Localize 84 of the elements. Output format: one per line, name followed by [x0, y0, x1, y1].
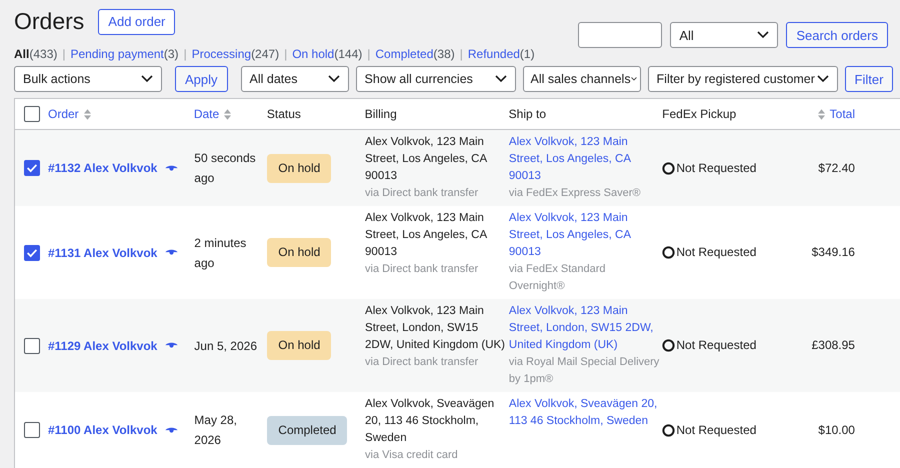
billing-address: Alex Volkvok, 123 Main Street, Los Angeles, CA 90013 — [365, 135, 488, 184]
shipping-method: via FedEx Express Saver® — [508, 186, 641, 201]
circle-icon — [662, 424, 676, 436]
status-badge: On hold — [267, 154, 332, 182]
row-checkbox[interactable] — [24, 160, 40, 176]
order-date: Jun 5, 2026 — [194, 338, 257, 354]
separator: | — [62, 47, 66, 61]
billing-address: Alex Volkvok, 123 Main Street, London, SW15 2DW, United Kingdom (UK) — [365, 304, 506, 353]
status-filter-link[interactable]: Refunded(1) — [468, 47, 535, 61]
status-filter-link[interactable]: Pending payment(3) — [70, 47, 179, 61]
column-header[interactable]: Total — [830, 107, 855, 121]
status-filter-link[interactable]: Completed(38) — [375, 47, 455, 61]
order-link[interactable]: #1132 Alex Volkvok — [48, 161, 158, 175]
order-link[interactable]: #1129 Alex Volkvok — [48, 338, 158, 352]
circle-icon — [662, 339, 676, 352]
separator: | — [284, 47, 288, 61]
dates-dropdown[interactable]: All dates — [240, 66, 349, 92]
shipping-method: via FedEx Standard Overnight® — [508, 262, 607, 294]
shipping-method: via Royal Mail Special Delivery by 1pm® — [508, 355, 660, 387]
row-checkbox[interactable] — [24, 244, 40, 260]
shipping-address-link[interactable]: Alex Volkvok, Sveavägen 20, 113 46 Stockholm, Sweden — [508, 396, 660, 430]
circle-icon — [662, 162, 676, 174]
select-all-checkbox[interactable] — [24, 106, 40, 122]
preview-eye-icon[interactable] — [165, 342, 178, 349]
filter-button[interactable]: Filter — [844, 66, 894, 92]
chevron-icon — [328, 75, 340, 83]
separator: | — [367, 47, 370, 61]
sales-channels-dropdown[interactable]: All sales channels — [522, 66, 641, 92]
search-field[interactable] — [578, 22, 662, 48]
separator: | — [460, 47, 463, 61]
chevron-icon — [630, 75, 637, 83]
status-filter-link[interactable]: All(433) — [14, 47, 58, 61]
order-total: $349.16 — [812, 244, 855, 261]
order-total: $10.00 — [818, 422, 855, 438]
payment-method: via Direct bank transfer — [365, 186, 478, 201]
payment-method: via Direct bank transfer — [365, 262, 478, 277]
fedex-pickup-status: Not Requested — [676, 422, 756, 438]
shipping-address-link[interactable]: Alex Volkvok, 123 Main Street, Los Angeles, CA 90013 — [508, 134, 660, 185]
status-filter-link[interactable]: On hold(144) — [292, 47, 362, 61]
chevron-icon — [141, 75, 153, 83]
add-order-button[interactable]: Add order — [98, 8, 176, 34]
column-header: Billing — [364, 107, 397, 121]
preview-eye-icon[interactable] — [165, 164, 178, 172]
status-badge: On hold — [267, 331, 332, 360]
fedex-pickup-status: Not Requested — [676, 160, 756, 176]
bulk-actions-dropdown[interactable]: Bulk actions — [14, 66, 162, 92]
apply-button[interactable]: Apply — [175, 66, 228, 92]
order-link[interactable]: #1131 Alex Volkvok — [48, 246, 158, 260]
search-orders-button[interactable]: Search orders — [786, 22, 888, 48]
order-total: £308.95 — [812, 337, 855, 354]
status-badge: On hold — [267, 238, 332, 267]
order-date: May 28, 2026 — [194, 412, 238, 449]
chevron-icon — [816, 75, 829, 83]
preview-eye-icon[interactable] — [165, 249, 178, 256]
customer-filter-dropdown[interactable]: Filter by registered customer — [648, 66, 838, 92]
column-header[interactable]: Date — [194, 107, 220, 121]
chevron-icon — [494, 75, 507, 83]
separator: | — [184, 47, 187, 61]
billing-address: Alex Volkvok, Sveavägen 20, 113 46 Stockholm, Sweden — [365, 397, 496, 446]
column-header: Status — [266, 107, 301, 121]
order-link[interactable]: #1100 Alex Volkvok — [48, 423, 158, 437]
order-date: 2 minutes ago — [194, 234, 248, 272]
fedex-pickup-status: Not Requested — [676, 337, 756, 354]
shipping-address-link[interactable]: Alex Volkvok, 123 Main Street, Los Angeles, CA 90013 — [508, 210, 660, 261]
status-badge: Completed — [267, 416, 348, 444]
column-header: FedEx Pickup — [662, 107, 736, 121]
preview-eye-icon[interactable] — [165, 426, 178, 434]
currencies-dropdown[interactable]: Show all currencies — [356, 66, 516, 92]
order-total: $72.40 — [818, 160, 855, 176]
status-dropdown[interactable]: All — [670, 22, 778, 48]
fedex-pickup-status: Not Requested — [676, 244, 756, 261]
row-checkbox[interactable] — [24, 338, 40, 354]
status-filter-link[interactable]: Processing(247) — [192, 47, 280, 61]
column-header: Ship to — [508, 107, 546, 121]
circle-icon — [662, 246, 676, 259]
payment-method: via Direct bank transfer — [365, 355, 478, 370]
shipping-address-link[interactable]: Alex Volkvok, 123 Main Street, London, SW15 2DW, United Kingdom (UK) — [508, 303, 660, 354]
billing-address: Alex Volkvok, 123 Main Street, Los Angeles, CA 90013 — [365, 211, 488, 260]
payment-method: via Visa credit card — [365, 448, 458, 463]
row-checkbox[interactable] — [24, 422, 40, 438]
chevron-icon — [757, 31, 770, 39]
order-date: 50 seconds ago — [194, 150, 257, 187]
column-header[interactable]: Order — [48, 107, 79, 121]
page-title: Orders — [14, 8, 84, 35]
